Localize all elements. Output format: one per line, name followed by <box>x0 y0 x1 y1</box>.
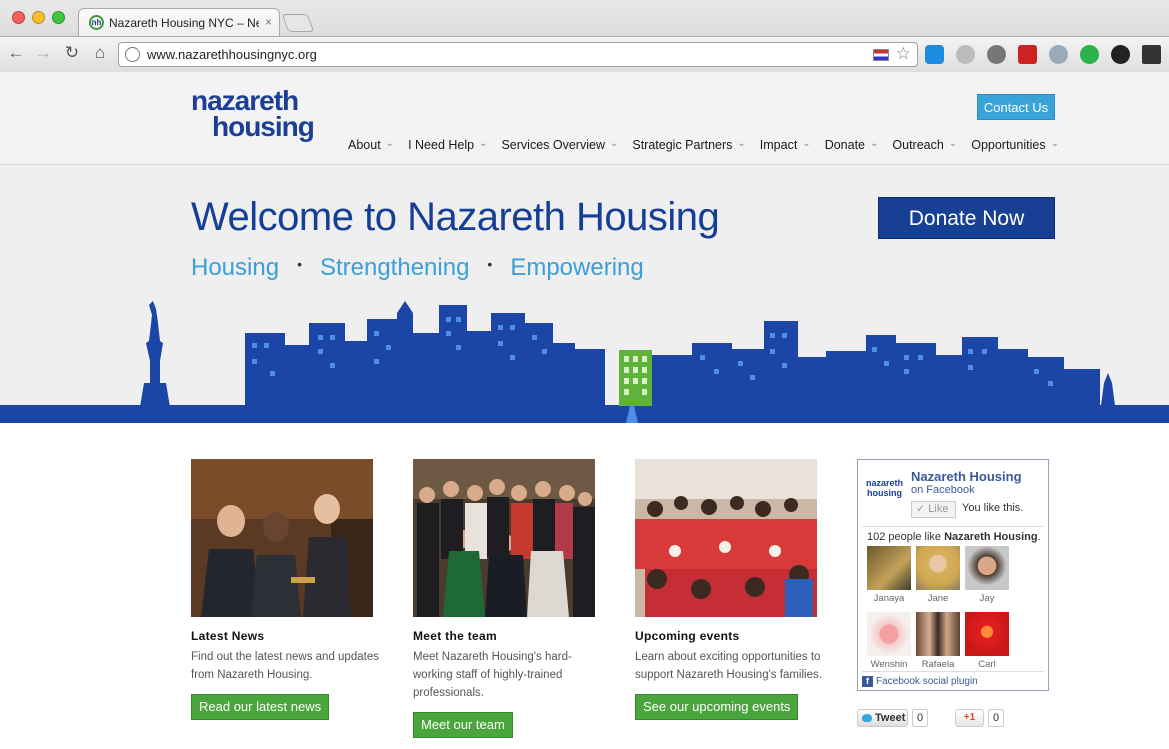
facebook-subtitle[interactable]: on Facebook <box>911 484 975 496</box>
fan-name: Wenshin <box>870 659 908 670</box>
nav-item-strategic-partners[interactable]: Strategic Partners <box>632 138 745 152</box>
tagline-strengthening: Strengthening <box>319 254 470 281</box>
gplus-label: +1 <box>963 712 976 723</box>
browser-chrome: nh Nazareth Housing NYC – New York × ← →… <box>0 0 1169 72</box>
reload-icon[interactable]: ↻ <box>62 43 82 63</box>
fan-count-prefix: 102 people like <box>867 531 942 543</box>
card-description: Find out the latest news and updates fro… <box>191 651 379 681</box>
fan-avatar[interactable]: Carl <box>964 612 1010 670</box>
tweet-label: Tweet <box>875 712 906 724</box>
read-latest-news-button[interactable]: Read our latest news <box>191 694 330 720</box>
nav-item-i-need-help[interactable]: I Need Help <box>408 138 487 152</box>
card-description: Meet Nazareth Housing's hard-working sta… <box>413 651 572 699</box>
site-logo[interactable]: nazareth housing <box>191 87 315 142</box>
facebook-like-button[interactable]: ✓ Like <box>911 501 956 518</box>
meet-our-team-button[interactable]: Meet our team <box>413 712 513 738</box>
nav-item-donate[interactable]: Donate <box>825 138 879 152</box>
fan-avatar[interactable]: Jane <box>915 546 961 604</box>
divider <box>862 526 1044 527</box>
nav-item-services-overview[interactable]: Services Overview <box>501 138 618 152</box>
see-upcoming-events-button[interactable]: See our upcoming events <box>635 694 799 720</box>
address-bar[interactable]: www.nazarethhousingnyc.org ☆ <box>118 42 918 67</box>
fan-name: Carl <box>978 659 996 670</box>
nav-item-about[interactable]: About <box>348 138 394 152</box>
fan-name: Rafaela <box>921 659 955 670</box>
card-title: Meet the team <box>413 629 497 643</box>
extension-globe-icon[interactable] <box>1049 45 1068 64</box>
you-like-text: You like this. <box>962 502 1024 514</box>
gplus-count: 0 <box>988 709 1005 727</box>
minimize-window-button[interactable] <box>32 11 45 24</box>
browser-toolbar: ← → ↻ ⌂ www.nazarethhousingnyc.org ☆ <box>0 36 1169 72</box>
tagline-housing: Housing <box>191 254 280 281</box>
extension-spotify-icon[interactable] <box>1080 45 1099 64</box>
fb-logo-line-1: nazareth <box>866 478 904 488</box>
tweet-button[interactable]: Tweet <box>857 709 908 727</box>
extension-gear-icon[interactable] <box>956 45 975 64</box>
facebook-page-logo[interactable]: nazareth housing <box>866 478 903 498</box>
fan-avatar[interactable]: Rafaela <box>915 612 961 670</box>
fan-name: Janaya <box>873 593 905 604</box>
hero-banner: Welcome to Nazareth Housing Housing • Stre… <box>0 165 1169 423</box>
fan-avatar[interactable]: Wenshin <box>866 612 912 670</box>
back-arrow-icon[interactable]: ← <box>6 43 26 63</box>
card-title: Upcoming events <box>635 629 740 643</box>
facebook-page-name[interactable]: Nazareth Housing <box>911 469 1022 484</box>
site-header: nazareth housing Contact Us About I Need… <box>0 72 1169 165</box>
google-plus-button[interactable]: +1 <box>955 709 984 727</box>
nav-item-opportunities[interactable]: Opportunities <box>971 138 1059 152</box>
tagline-empowering: Empowering <box>510 254 644 281</box>
donate-now-button[interactable]: Donate Now <box>878 197 1055 239</box>
close-window-button[interactable] <box>12 11 25 24</box>
fb-logo-line-2: housing <box>867 488 902 498</box>
card-description: Learn about exciting opportunities to su… <box>635 651 822 681</box>
like-label: Like <box>928 503 949 515</box>
nav-item-impact[interactable]: Impact <box>760 138 811 152</box>
card-title: Latest News <box>191 629 265 643</box>
fan-count-suffix: . <box>1037 531 1041 543</box>
tab-title: Nazareth Housing NYC – New York <box>109 16 259 30</box>
latest-news-photo[interactable] <box>191 459 373 617</box>
extension-bug-icon[interactable] <box>987 45 1006 64</box>
fan-avatar[interactable]: Janaya <box>866 546 912 604</box>
fan-count: 102 people like Nazareth Housing. <box>867 531 1041 543</box>
facebook-icon: f <box>862 676 873 687</box>
nav-item-outreach[interactable]: Outreach <box>892 138 957 152</box>
extension-mask-icon[interactable] <box>1018 45 1037 64</box>
facebook-plugin-footer[interactable]: f Facebook social plugin <box>862 671 1044 687</box>
fan-count-page: Nazareth Housing <box>944 531 1038 543</box>
plugin-label: Facebook social plugin <box>876 676 978 687</box>
new-tab-button[interactable] <box>281 14 315 32</box>
extension-color-icon[interactable] <box>1111 45 1130 64</box>
hero-tagline: Housing • Strengthening • Empowering <box>191 254 644 281</box>
forward-arrow-icon[interactable]: → <box>33 43 53 63</box>
extension-h-icon[interactable] <box>1142 45 1161 64</box>
city-skyline-illustration <box>0 301 1169 423</box>
contact-us-button[interactable]: Contact Us <box>977 94 1055 120</box>
extension-x-icon[interactable] <box>925 45 944 64</box>
url-text: www.nazarethhousingnyc.org <box>147 47 317 62</box>
tweet-count: 0 <box>912 709 929 727</box>
team-photo[interactable] <box>413 459 595 617</box>
browser-tab[interactable]: nh Nazareth Housing NYC – New York × <box>78 8 280 36</box>
globe-icon <box>125 47 140 62</box>
home-icon[interactable]: ⌂ <box>90 43 110 63</box>
favicon-icon: nh <box>89 15 104 30</box>
card-meet-the-team: Meet the team Meet Nazareth Housing's ha… <box>413 459 603 702</box>
logo-line-2: housing <box>212 111 315 142</box>
fan-name: Jay <box>979 593 995 604</box>
events-photo[interactable] <box>635 459 817 617</box>
translate-flag-icon[interactable] <box>873 49 889 61</box>
bookmark-star-icon[interactable]: ☆ <box>896 44 911 64</box>
card-upcoming-events: Upcoming events Learn about exciting opp… <box>635 459 825 684</box>
facebook-like-box: nazareth housing Nazareth Housing on Fac… <box>857 459 1049 691</box>
hero-title: Welcome to Nazareth Housing <box>191 195 720 239</box>
fan-avatar[interactable]: Jay <box>964 546 1010 604</box>
card-latest-news: Latest News Find out the latest news and… <box>191 459 381 684</box>
fan-name: Jane <box>927 593 949 604</box>
tab-close-icon[interactable]: × <box>265 15 272 29</box>
zoom-window-button[interactable] <box>52 11 65 24</box>
main-nav: About I Need Help Services Overview Stra… <box>348 138 1073 152</box>
